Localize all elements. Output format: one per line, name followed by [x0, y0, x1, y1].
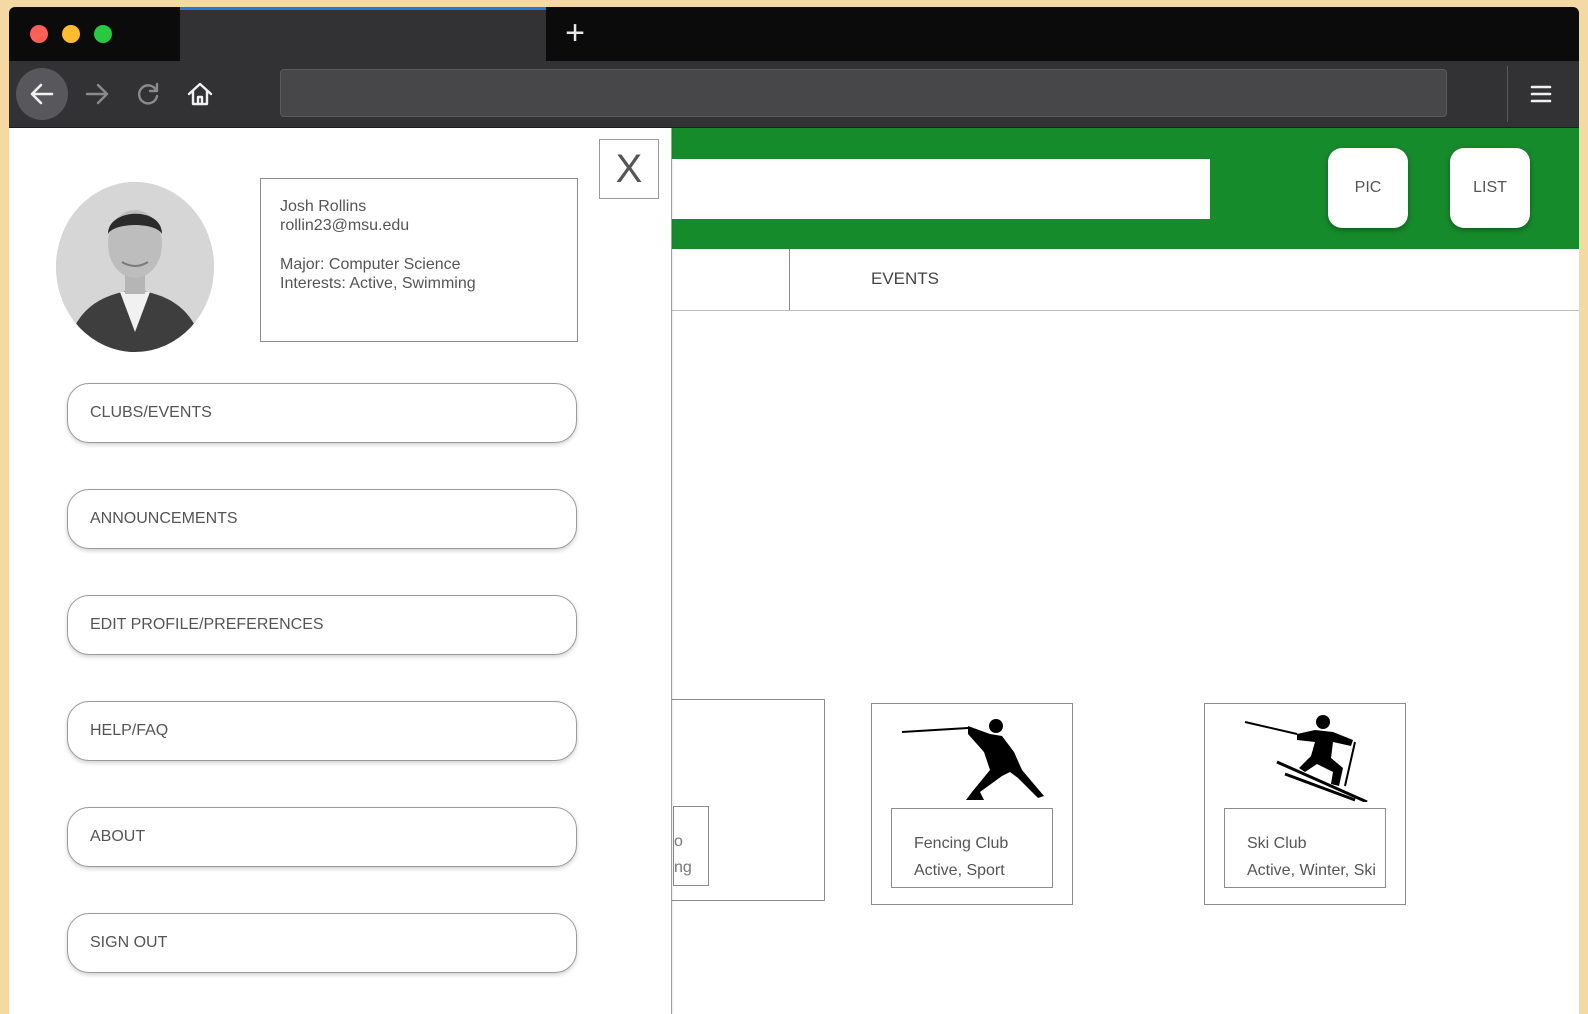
- club-tags: Active, Sport: [914, 862, 1005, 879]
- clubs-events-button[interactable]: CLUBS/EVENTS: [67, 383, 577, 443]
- reload-button[interactable]: [128, 74, 168, 114]
- club-card-fencing[interactable]: Fencing Club Active, Sport: [871, 703, 1073, 905]
- forward-button[interactable]: [77, 74, 117, 114]
- browser-menu-button[interactable]: [1521, 74, 1561, 114]
- close-window-button[interactable]: [30, 25, 48, 43]
- announcements-button[interactable]: ANNOUNCEMENTS: [67, 489, 577, 549]
- profile-major: Major: Computer Science: [280, 256, 461, 273]
- club-tags: Active, Winter, Ski: [1247, 862, 1376, 879]
- new-tab-button[interactable]: +: [560, 15, 590, 51]
- club-tags: ng: [674, 859, 692, 876]
- tab-divider: [789, 249, 790, 310]
- tab-events[interactable]: EVENTS: [871, 269, 939, 289]
- profile-email: rollin23@msu.edu: [280, 217, 410, 234]
- list-view-button[interactable]: LIST: [1450, 148, 1530, 228]
- club-card-info: o ng: [673, 806, 709, 886]
- club-card-info: Fencing Club Active, Sport: [891, 808, 1053, 888]
- avatar: [56, 182, 214, 352]
- search-input[interactable]: [669, 159, 1210, 219]
- browser-window: + PIC LIST EVENTS o ng Fencing Club Acti…: [9, 7, 1579, 1014]
- navigation-bar: [9, 61, 1579, 128]
- skier-icon: [1244, 715, 1368, 802]
- club-name: Ski Club: [1247, 835, 1307, 852]
- about-button[interactable]: ABOUT: [67, 807, 577, 867]
- fencer-icon: [901, 719, 1044, 800]
- url-bar[interactable]: [280, 69, 1447, 117]
- profile-interests: Interests: Active, Swimming: [280, 275, 476, 292]
- reload-icon: [137, 82, 159, 105]
- profile-name: Josh Rollins: [280, 198, 367, 215]
- toolbar-divider: [1507, 66, 1508, 122]
- active-tab[interactable]: [180, 7, 546, 61]
- close-drawer-button[interactable]: X: [599, 139, 659, 199]
- back-button[interactable]: [16, 68, 68, 120]
- side-drawer: X Josh Rollins rollin23@msu.edu Major: C…: [9, 128, 672, 1014]
- app-page: PIC LIST EVENTS o ng Fencing Club Active…: [9, 128, 1579, 1014]
- pic-view-button[interactable]: PIC: [1328, 148, 1408, 228]
- profile-photo: [56, 182, 214, 352]
- home-button[interactable]: [180, 74, 220, 114]
- forward-arrow-icon: [85, 83, 109, 105]
- hamburger-menu-icon: [1530, 85, 1552, 103]
- sign-out-button[interactable]: SIGN OUT: [67, 913, 577, 973]
- home-icon: [187, 82, 213, 106]
- club-name: o: [674, 833, 683, 850]
- active-tab-indicator: [180, 7, 546, 10]
- edit-profile-button[interactable]: EDIT PROFILE/PREFERENCES: [67, 595, 577, 655]
- back-arrow-icon: [30, 83, 54, 105]
- minimize-window-button[interactable]: [62, 25, 80, 43]
- club-card-info: Ski Club Active, Winter, Ski: [1224, 808, 1386, 888]
- help-faq-button[interactable]: HELP/FAQ: [67, 701, 577, 761]
- tab-bar: +: [9, 7, 1579, 61]
- profile-card: Josh Rollins rollin23@msu.edu Major: Com…: [260, 178, 578, 342]
- club-name: Fencing Club: [914, 835, 1009, 852]
- club-card-ski[interactable]: Ski Club Active, Winter, Ski: [1204, 703, 1406, 905]
- maximize-window-button[interactable]: [94, 25, 112, 43]
